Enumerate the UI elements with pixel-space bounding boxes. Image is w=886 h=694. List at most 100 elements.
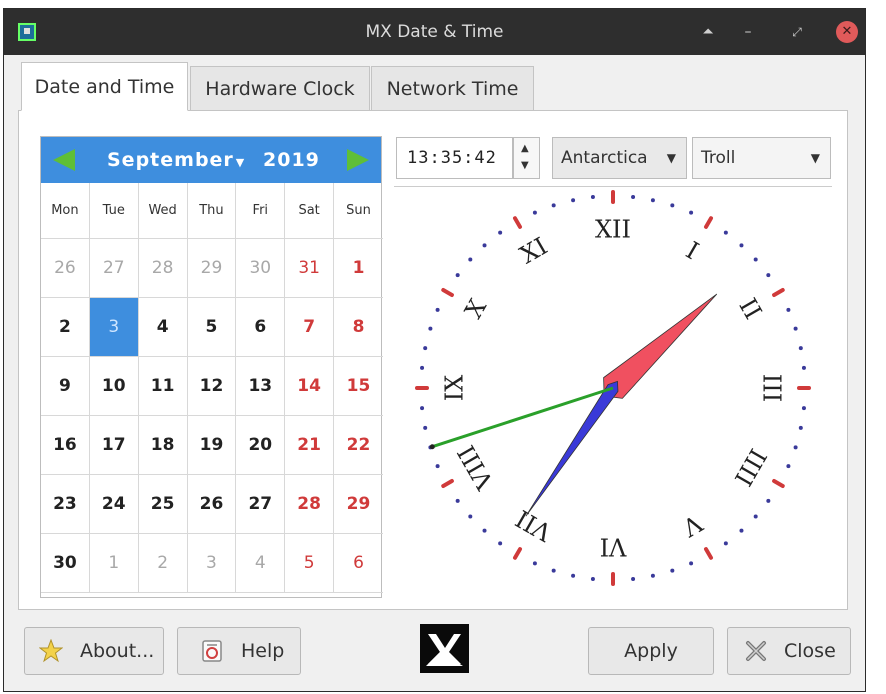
calendar-day-other-month[interactable]: 29: [187, 239, 237, 298]
minute-tick-mark: [428, 326, 433, 331]
calendar-day-other-month[interactable]: 31: [285, 239, 335, 298]
year-label[interactable]: 2019: [263, 137, 320, 183]
mx-logo: [420, 624, 469, 673]
hour-tick-mark: [772, 288, 785, 297]
second-hand-tip: [429, 444, 435, 450]
title-bar[interactable]: MX Date & Time ⏶ – ⤢ ✕: [4, 9, 865, 55]
time-input[interactable]: 13:35:42: [396, 137, 513, 179]
minute-tick-mark: [571, 573, 576, 578]
clock-numeral: XI: [515, 232, 552, 270]
calendar-day[interactable]: 17: [89, 416, 139, 475]
clock-numeral: IIII: [729, 444, 772, 491]
calendar-day[interactable]: 13: [236, 357, 286, 416]
minute-tick-mark: [455, 498, 460, 503]
calendar-day-other-month[interactable]: 26: [41, 239, 90, 298]
minute-tick-mark: [435, 464, 440, 469]
calendar-day[interactable]: 26: [187, 475, 237, 534]
weekday-label: Sun: [334, 183, 383, 239]
calendar-week-row: 2345678: [41, 298, 383, 357]
close-button-label: Close: [784, 640, 836, 662]
calendar-day[interactable]: 19: [187, 416, 237, 475]
minute-tick-mark: [532, 561, 537, 566]
tab-hardware-clock[interactable]: Hardware Clock: [190, 66, 370, 111]
minute-tick-mark: [689, 210, 694, 215]
month-selector[interactable]: September ▼: [107, 137, 245, 186]
hour-tick-mark: [704, 216, 713, 229]
calendar-day[interactable]: 20: [236, 416, 286, 475]
calendar-day-other-month[interactable]: 5: [285, 534, 335, 593]
timezone-region-value: Antarctica: [561, 148, 648, 168]
calendar-day[interactable]: 9: [41, 357, 90, 416]
help-button[interactable]: Help: [177, 627, 301, 675]
close-icon[interactable]: ✕: [836, 21, 858, 43]
calendar-day[interactable]: 24: [89, 475, 139, 534]
clock-numeral: VI: [600, 533, 628, 561]
calendar-day[interactable]: 15: [334, 357, 383, 416]
calendar-day[interactable]: 29: [334, 475, 383, 534]
close-button[interactable]: Close: [727, 627, 851, 675]
calendar-day[interactable]: 4: [138, 298, 188, 357]
minute-tick-mark: [455, 273, 460, 278]
about-button[interactable]: About...: [24, 627, 164, 675]
calendar-day[interactable]: 23: [41, 475, 90, 534]
calendar-day[interactable]: 28: [285, 475, 335, 534]
calendar-week-row: 9 10 11 12 13 14 15: [41, 357, 383, 416]
clock-face: XIIIIIIIIIIIIVVIVIIVIIIIXXXI: [415, 190, 811, 586]
apply-button[interactable]: Apply: [588, 627, 714, 675]
calendar-day[interactable]: 12: [187, 357, 237, 416]
minute-tick-mark: [723, 230, 728, 235]
calendar-day[interactable]: 3: [89, 298, 139, 357]
calendar-day-other-month[interactable]: 28: [138, 239, 188, 298]
tab-date-and-time[interactable]: Date and Time: [21, 62, 188, 111]
spin-down-icon[interactable]: ▼: [521, 160, 529, 171]
hour-tick-mark: [704, 547, 713, 560]
restore-icon[interactable]: ⤢: [786, 21, 808, 43]
minute-tick-mark: [423, 346, 428, 351]
minute-tick-mark: [766, 498, 771, 503]
tab-network-time[interactable]: Network Time: [371, 66, 534, 111]
calendar-day[interactable]: 30: [41, 534, 90, 593]
timezone-city-select[interactable]: Troll ▼: [692, 137, 831, 179]
calendar-day[interactable]: 27: [236, 475, 286, 534]
calendar-day-other-month[interactable]: 1: [89, 534, 139, 593]
minute-tick-mark: [650, 198, 655, 203]
calendar-day[interactable]: 1: [334, 239, 383, 298]
hour-tick-mark: [441, 288, 454, 297]
calendar-day-other-month[interactable]: 4: [236, 534, 286, 593]
minute-tick-mark: [739, 243, 744, 248]
calendar-day[interactable]: 25: [138, 475, 188, 534]
calendar-day[interactable]: 21: [285, 416, 335, 475]
clock-numeral: X: [459, 294, 492, 323]
minute-tick-mark: [420, 365, 425, 370]
calendar-day[interactable]: 22: [334, 416, 383, 475]
calendar-day[interactable]: 16: [41, 416, 90, 475]
calendar-day-other-month[interactable]: 27: [89, 239, 139, 298]
calendar-day[interactable]: 14: [285, 357, 335, 416]
shade-icon[interactable]: ⏶: [697, 21, 719, 43]
calendar-day[interactable]: 2: [41, 298, 90, 357]
next-month-arrow-icon[interactable]: [347, 149, 369, 171]
weekday-label: Tue: [89, 183, 139, 239]
time-spinner[interactable]: ▲ ▼: [513, 137, 540, 179]
calendar-day[interactable]: 11: [138, 357, 188, 416]
hour-tick-mark: [772, 479, 785, 488]
calendar-day[interactable]: 5: [187, 298, 237, 357]
calendar-day[interactable]: 7: [285, 298, 335, 357]
calendar-day-other-month[interactable]: 2: [138, 534, 188, 593]
calendar-day-other-month[interactable]: 30: [236, 239, 286, 298]
calendar-day[interactable]: 6: [236, 298, 286, 357]
calendar-day[interactable]: 10: [89, 357, 139, 416]
calendar-day[interactable]: 8: [334, 298, 383, 357]
minimize-icon[interactable]: –: [737, 21, 759, 43]
timezone-region-select[interactable]: Antarctica ▼: [552, 137, 687, 179]
calendar-day-other-month[interactable]: 3: [187, 534, 237, 593]
spin-up-icon[interactable]: ▲: [521, 143, 529, 154]
minute-tick-mark: [793, 445, 798, 450]
clock-numeral: II: [733, 294, 767, 324]
calendar-day-other-month[interactable]: 6: [334, 534, 383, 593]
calendar-day[interactable]: 18: [138, 416, 188, 475]
clock-numeral: I: [681, 236, 703, 265]
prev-month-arrow-icon[interactable]: [53, 149, 75, 171]
minute-tick-mark: [650, 573, 655, 578]
minute-tick-mark: [798, 425, 803, 430]
